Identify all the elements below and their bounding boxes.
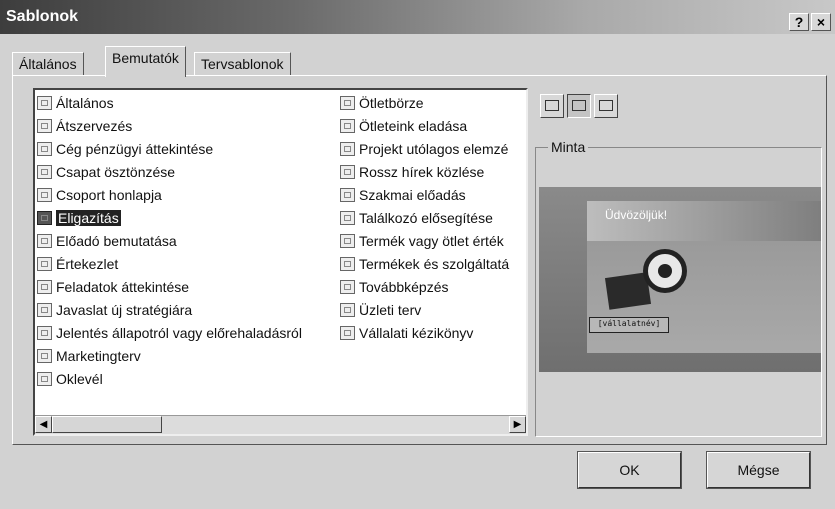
list-item[interactable]: Jelentés állapotról vagy előrehaladásról [37,323,302,346]
template-file-icon [37,326,52,340]
cancel-button[interactable]: Mégse [706,451,811,489]
tab-bemutatok[interactable]: Bemutatók [105,46,186,77]
tab-altalanos[interactable]: Általános [12,52,84,76]
list-item-label: Ötleteink eladása [359,118,468,134]
list-item-label: Üzleti terv [359,302,422,318]
list-item-label: Oklevél [56,371,103,387]
list-item[interactable]: Továbbképzés [340,277,509,300]
window-title: Sablonok [6,8,79,25]
template-file-icon [37,234,52,248]
list-item[interactable]: Csoport honlapja [37,185,302,208]
list-item-label: Eligazítás [56,210,121,226]
template-file-icon [37,142,52,156]
template-file-icon [37,303,52,317]
list-item-label: Vállalati kézikönyv [359,325,474,341]
help-button[interactable]: ? [789,13,809,31]
template-file-icon [37,119,52,133]
list-item-label: Feladatok áttekintése [56,279,190,295]
list-item[interactable]: Találkozó elősegítése [340,208,509,231]
list-item-label: Cég pénzügyi áttekintése [56,141,214,157]
list-item-label: Átszervezés [56,118,133,134]
list-item-label: Marketingterv [56,348,141,364]
list-item-label: Rossz hírek közlése [359,164,485,180]
close-button[interactable]: × [811,13,831,31]
list-view-icon[interactable] [567,94,591,118]
list-item-label: Értekezlet [56,256,119,272]
template-file-icon [340,303,355,317]
list-item-label: Jelentés állapotról vagy előrehaladásról [56,325,302,341]
list-item[interactable]: Ötletbörze [340,93,509,116]
list-item[interactable]: Cég pénzügyi áttekintése [37,139,302,162]
ok-button[interactable]: OK [577,451,682,489]
scroll-left-arrow-icon[interactable]: ◀ [35,416,52,433]
list-item-label: Termékek és szolgáltatá [359,256,510,272]
list-item-label: Ötletbörze [359,95,424,111]
large-icons-view-icon[interactable] [540,94,564,118]
list-item-label: Javaslat új stratégiára [56,302,193,318]
templates-dialog: Sablonok ? × Általános Bemutatók Tervsab… [0,0,835,509]
preview-welcome-text: Üdvözöljük! [605,208,668,222]
template-file-icon [340,326,355,340]
list-item[interactable]: Átszervezés [37,116,302,139]
preview-image: Üdvözöljük! [vállalatnév] [539,187,821,372]
list-item[interactable]: Javaslat új stratégiára [37,300,302,323]
template-file-icon [37,349,52,363]
template-column-2: Ötletbörze Ötleteink eladása Projekt utóla… [340,93,509,346]
list-item-label: Csapat ösztönzése [56,164,176,180]
list-item-label: Találkozó elősegítése [359,210,493,226]
template-list[interactable]: Általános Átszervezés Cég pénzügyi áttekin… [33,88,528,436]
template-file-icon [37,372,52,386]
list-item-label: Előadó bemutatása [56,233,177,249]
template-file-icon [340,188,355,202]
list-item[interactable]: Eligazítás [37,208,302,231]
list-item[interactable]: Oklevél [37,369,302,392]
list-item[interactable]: Projekt utólagos elemzé [340,139,509,162]
horizontal-scrollbar[interactable]: ◀ ▶ [35,415,526,434]
template-file-icon [340,234,355,248]
template-file-icon [340,165,355,179]
list-item[interactable]: Csapat ösztönzése [37,162,302,185]
scroll-thumb[interactable] [52,416,162,433]
template-file-icon [340,142,355,156]
template-file-icon [340,119,355,133]
list-item[interactable]: Termék vagy ötlet érték [340,231,509,254]
list-item-label: Termék vagy ötlet érték [359,233,504,249]
list-item[interactable]: Értekezlet [37,254,302,277]
preview-group-label: Minta [548,139,589,155]
list-item-label: Általános [56,95,114,111]
template-file-icon [340,96,355,110]
list-item-label: Szakmai előadás [359,187,466,203]
list-item[interactable]: Szakmai előadás [340,185,509,208]
list-item[interactable]: Marketingterv [37,346,302,369]
list-item[interactable]: Feladatok áttekintése [37,277,302,300]
list-item[interactable]: Termékek és szolgáltatá [340,254,509,277]
film-reel-icon [643,249,687,293]
template-file-icon [37,280,52,294]
template-file-icon [37,211,52,225]
list-item[interactable]: Előadó bemutatása [37,231,302,254]
template-file-icon [37,188,52,202]
list-item-label: Projekt utólagos elemzé [359,141,509,157]
list-item-label: Továbbképzés [359,279,449,295]
template-file-icon [340,280,355,294]
template-column-1: Általános Átszervezés Cég pénzügyi áttekin… [37,93,302,392]
template-file-icon [340,257,355,271]
list-item-label: Csoport honlapja [56,187,162,203]
title-bar: Sablonok ? × [0,0,835,34]
template-file-icon [340,211,355,225]
template-file-icon [37,96,52,110]
details-view-icon[interactable] [594,94,618,118]
preview-name-text: [vállalatnév] [589,317,669,333]
scroll-right-arrow-icon[interactable]: ▶ [509,416,526,433]
tab-tervsablonok[interactable]: Tervsablonok [194,52,291,76]
list-item[interactable]: Vállalati kézikönyv [340,323,509,346]
template-file-icon [37,257,52,271]
template-file-icon [37,165,52,179]
list-item[interactable]: Üzleti terv [340,300,509,323]
list-item[interactable]: Ötleteink eladása [340,116,509,139]
list-item[interactable]: Általános [37,93,302,116]
list-item[interactable]: Rossz hírek közlése [340,162,509,185]
